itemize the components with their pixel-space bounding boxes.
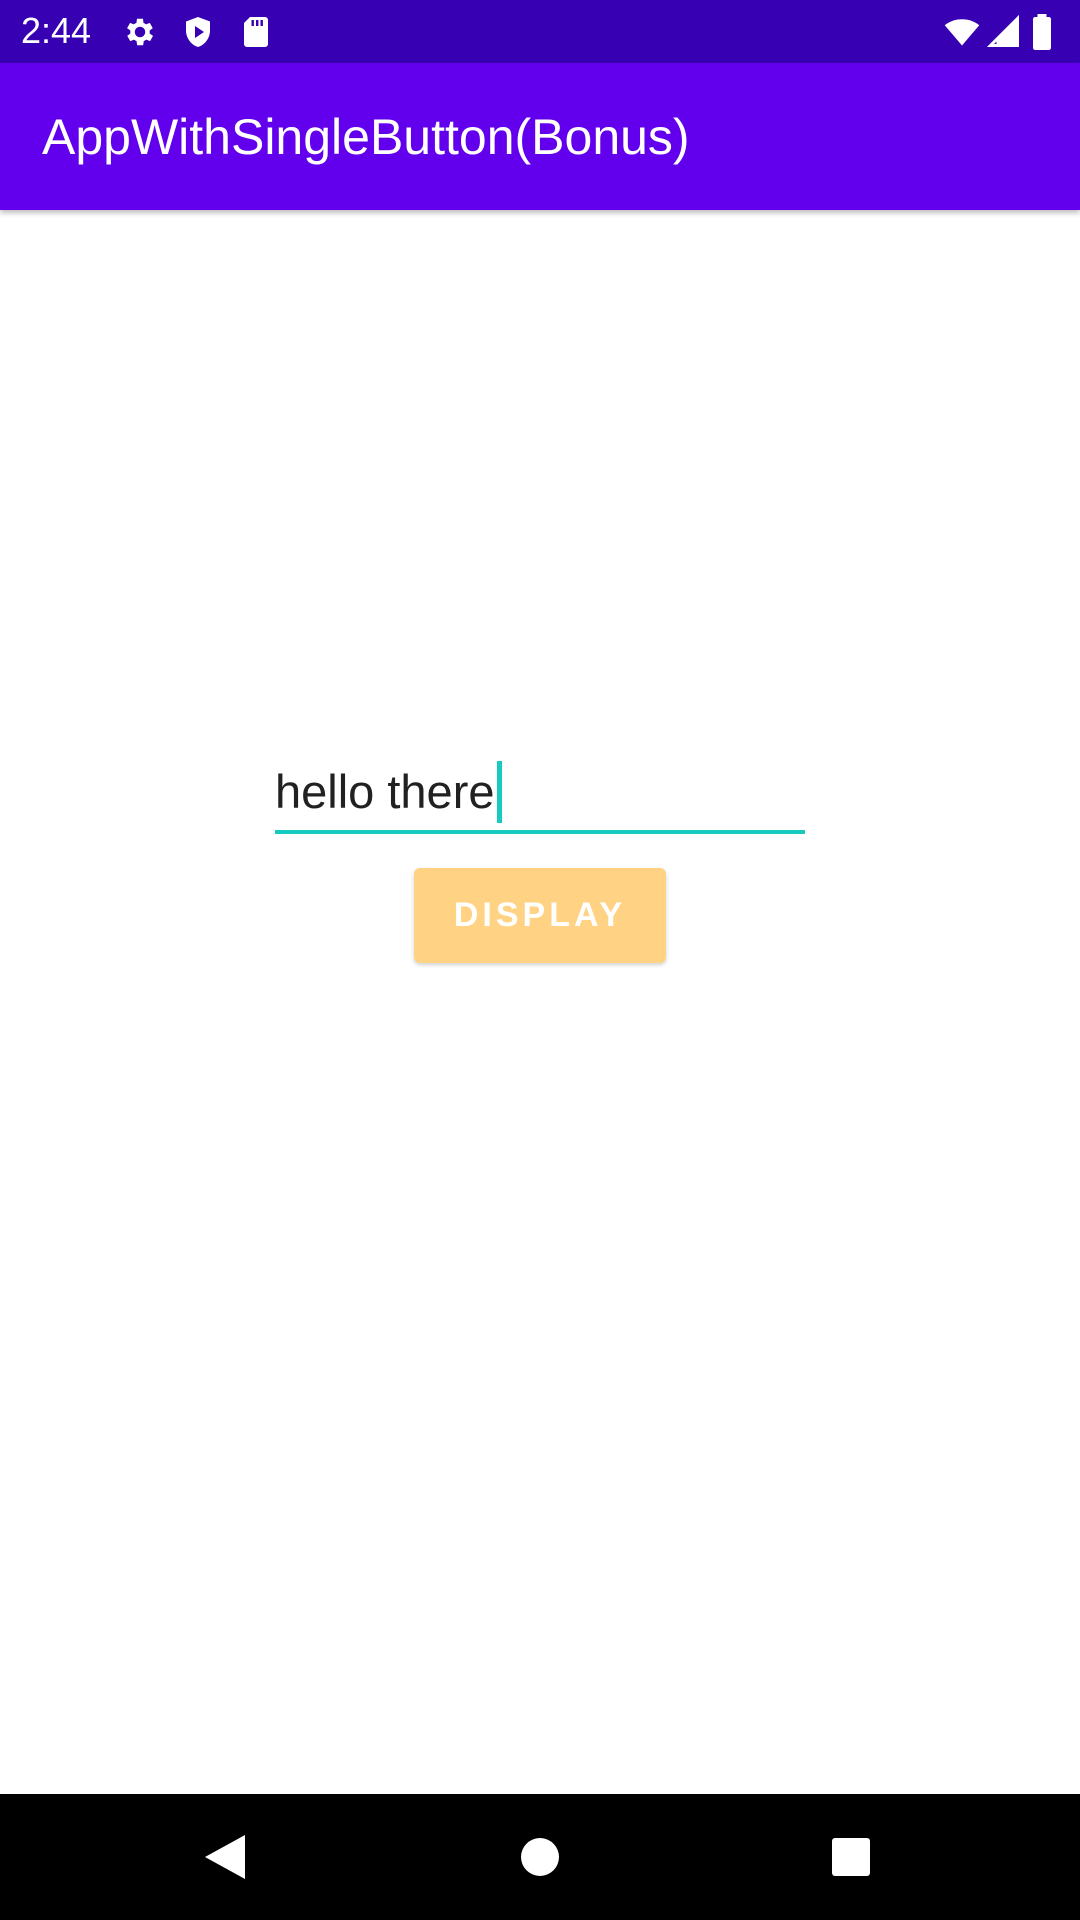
status-time: 2:44 [21,10,92,51]
play-protect-icon [180,14,216,50]
sd-card-icon [238,14,274,50]
display-button-label: DISPLAY [453,896,627,934]
back-icon[interactable] [192,1824,258,1890]
text-input-underline [275,830,805,834]
navigation-bar [0,1794,1080,1920]
text-cursor [496,761,502,823]
home-icon[interactable] [507,1824,573,1890]
recents-icon[interactable] [818,1824,884,1890]
status-bar: 2:44 [0,0,1080,63]
signal-icon [986,14,1022,50]
app-title: AppWithSingleButton(Bonus) [42,109,690,165]
gear-icon [122,14,158,50]
battery-icon [1030,14,1054,50]
display-button[interactable]: DISPLAY [414,868,666,963]
text-input-value[interactable]: hello there [275,762,495,822]
text-input[interactable]: hello there [275,752,805,836]
screen: 2:44 AppWithSingleButton(Bonus) hello th… [0,0,1080,1920]
wifi-icon [944,14,980,50]
text-input-content[interactable]: hello there [275,760,502,824]
app-bar: AppWithSingleButton(Bonus) [0,63,1080,210]
